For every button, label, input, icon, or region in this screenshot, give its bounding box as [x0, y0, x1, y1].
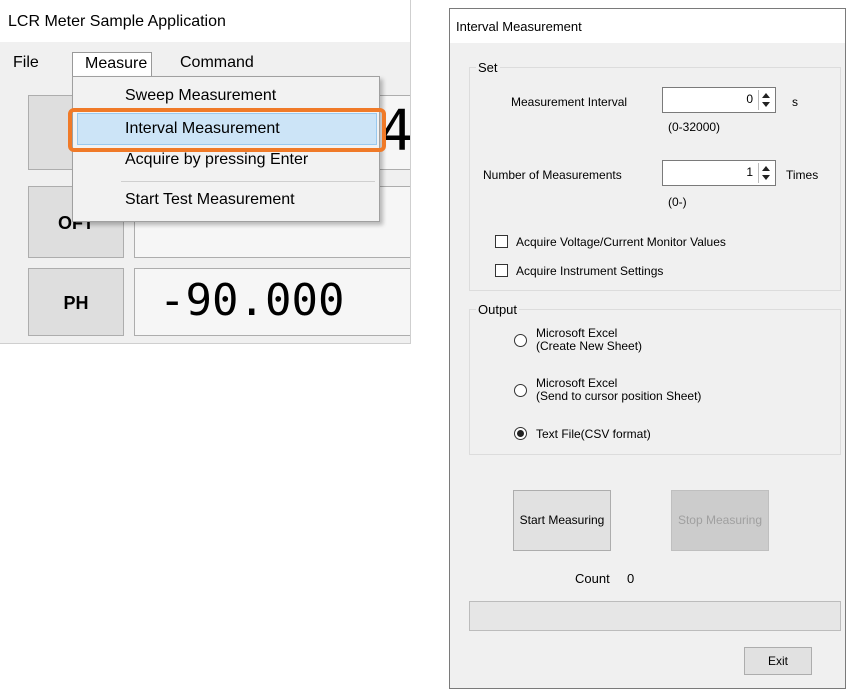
app-title: LCR Meter Sample Application: [8, 13, 226, 30]
spin-down-icon[interactable]: [762, 102, 770, 107]
count-spin-buttons[interactable]: [758, 163, 773, 183]
spin-up-icon[interactable]: [762, 166, 770, 171]
voltage-monitor-label: Acquire Voltage/Current Monitor Values: [516, 235, 726, 249]
set-group-label: Set: [476, 60, 500, 75]
main-app-window: LCR Meter Sample Application File Measur…: [0, 0, 411, 344]
count-number: 0: [627, 571, 635, 586]
excel-cursor-sheet-line2: (Send to cursor position Sheet): [536, 389, 702, 403]
callout-highlight-box: [68, 108, 386, 152]
exit-button[interactable]: Exit: [744, 647, 812, 675]
menu-file[interactable]: File: [5, 52, 47, 76]
progress-bar: [469, 601, 841, 631]
interval-measurement-dialog: Interval Measurement Set Measurement Int…: [449, 8, 846, 689]
menu-separator: [121, 181, 375, 182]
interval-range: (0-32000): [668, 120, 721, 134]
display-ph-value: -90.000: [134, 268, 410, 336]
excel-new-sheet-line1: Microsoft Excel: [536, 326, 618, 340]
count-value: 1: [746, 165, 753, 179]
voltage-monitor-checkbox[interactable]: [495, 235, 508, 248]
spin-up-icon[interactable]: [762, 93, 770, 98]
count-range: (0-): [668, 195, 687, 209]
radio-excel-new-sheet[interactable]: [514, 334, 527, 347]
menu-item-sweep-measurement[interactable]: Sweep Measurement: [73, 81, 379, 111]
output-group-label: Output: [476, 302, 520, 317]
count-unit: Times: [786, 168, 819, 182]
menu-command[interactable]: Command: [172, 52, 262, 76]
menu-item-start-test[interactable]: Start Test Measurement: [73, 185, 379, 215]
count-text: Count: [575, 571, 610, 586]
interval-spinbox[interactable]: 0: [662, 87, 776, 113]
instrument-settings-checkbox[interactable]: [495, 264, 508, 277]
radio-text-csv[interactable]: [514, 427, 527, 440]
instrument-settings-label: Acquire Instrument Settings: [516, 264, 664, 278]
interval-label: Measurement Interval: [511, 95, 628, 109]
excel-cursor-sheet-line1: Microsoft Excel: [536, 376, 618, 390]
menubar: File Measure Command: [0, 50, 410, 76]
output-group: Output Microsoft Excel (Create New Sheet…: [469, 302, 841, 455]
function-button-ph[interactable]: PH: [28, 268, 124, 336]
set-group: Set Measurement Interval 0 s (0-32000) N…: [469, 60, 841, 291]
text-csv-label: Text File(CSV format): [536, 427, 651, 441]
count-label: Number of Measurements: [483, 168, 622, 182]
app-titlebar: LCR Meter Sample Application: [0, 0, 410, 42]
start-measuring-button[interactable]: Start Measuring: [513, 490, 611, 551]
interval-value: 0: [746, 92, 753, 106]
stop-measuring-button[interactable]: Stop Measuring: [671, 490, 769, 551]
spin-down-icon[interactable]: [762, 175, 770, 180]
dialog-title: Interval Measurement: [456, 19, 582, 34]
menu-measure[interactable]: Measure: [72, 52, 152, 76]
radio-excel-cursor-sheet[interactable]: [514, 384, 527, 397]
interval-unit: s: [792, 95, 798, 109]
dialog-titlebar: Interval Measurement: [450, 9, 845, 43]
count-spinbox[interactable]: 1: [662, 160, 776, 186]
interval-spin-buttons[interactable]: [758, 90, 773, 110]
excel-new-sheet-line2: (Create New Sheet): [536, 339, 643, 353]
